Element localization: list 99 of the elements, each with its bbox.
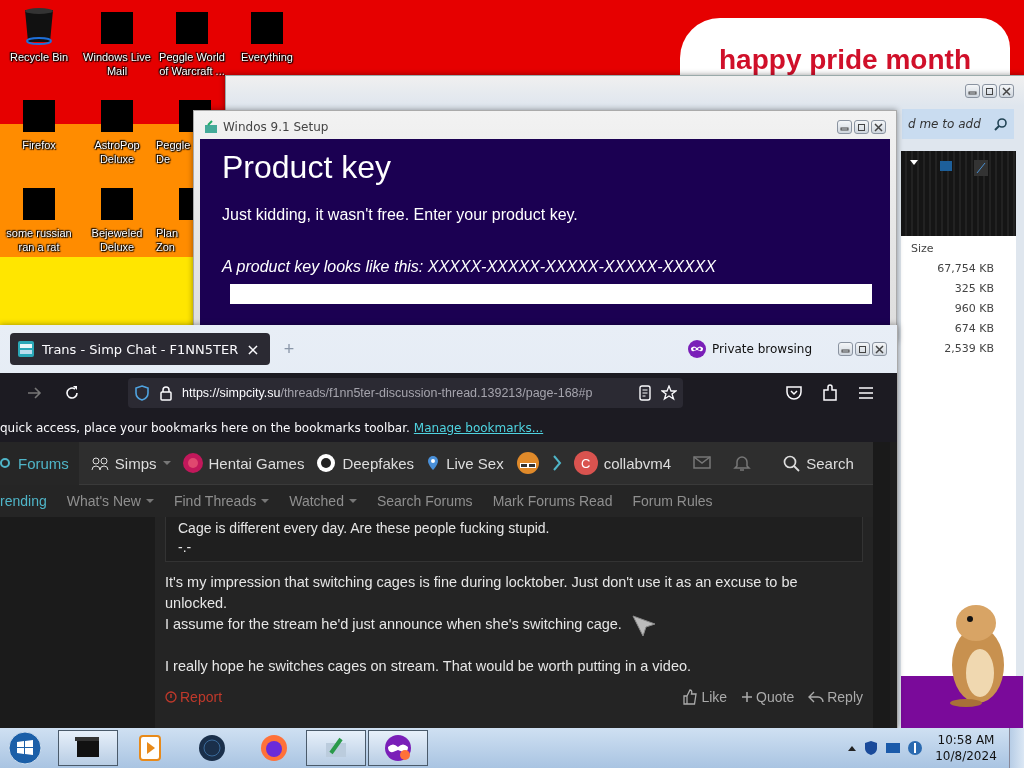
globe-icon (197, 733, 227, 763)
hint-text: A product key looks like this: XXXXX-XXXXX-XXXXX-XXXXX-XXXXX (222, 258, 717, 276)
manage-bookmarks-link[interactable]: Manage bookmarks... (413, 420, 544, 435)
address-bar[interactable]: https://simpcity.su/threads/f1nn5ter-discussion-thread.139213/page-168#p (128, 378, 683, 408)
browser-tab[interactable]: Trans - Simp Chat - F1NN5TER × (10, 333, 270, 365)
private-mask-icon (688, 340, 707, 358)
subnav-link[interactable]: Mark Forums Read (492, 493, 613, 509)
pocket-icon[interactable] (785, 384, 803, 402)
ring-icon (316, 453, 337, 473)
thumbs-up-icon (682, 689, 699, 705)
column-header[interactable]: Size (911, 242, 1006, 255)
icon-label[interactable]: Recycle Bin (0, 50, 78, 64)
user-menu[interactable]: C collabvm4 (573, 451, 672, 475)
chevron-right-icon[interactable] (551, 454, 562, 472)
tray-expand-icon[interactable] (847, 744, 857, 752)
maximize-icon (858, 344, 867, 354)
post-text: I really hope he switches cages on stream. That would be worth putting in a video. (165, 657, 692, 676)
forward-icon (26, 385, 42, 401)
taskbar-button[interactable] (306, 730, 366, 766)
file-icon (973, 159, 989, 177)
instruction-text: Just kidding, it wasn't free. Enter your product key. (222, 206, 579, 224)
subnav-link[interactable]: Watched (289, 493, 357, 509)
file-size: 325 KB (953, 282, 995, 295)
maximize-button[interactable] (854, 120, 869, 134)
lock-icon (158, 385, 174, 401)
round-logo-icon (182, 453, 203, 473)
shield-icon (134, 385, 150, 401)
reader-view-icon[interactable] (637, 385, 653, 401)
subnav-link[interactable]: What's New (66, 493, 154, 509)
file-size: 674 KB (953, 322, 995, 335)
private-browsing-label: Private browsing (712, 342, 812, 356)
reply-button[interactable]: Reply (808, 689, 863, 705)
network-icon[interactable] (907, 740, 923, 756)
subnav-link[interactable]: rending (0, 493, 47, 509)
windows-logo-icon (8, 731, 42, 765)
dropdown-icon[interactable] (909, 159, 919, 166)
map-pin-icon (426, 455, 441, 471)
like-button[interactable]: Like (682, 689, 728, 705)
maximize-button[interactable] (855, 342, 870, 356)
star-icon[interactable] (661, 385, 677, 401)
site-icon (18, 341, 34, 357)
nav-link[interactable]: Hentai Games (182, 453, 305, 473)
post-text: It's my impression that switching cages is fine during locktober. Just don't use it as an excuse to be unlocked. (165, 573, 799, 613)
shield-icon[interactable] (863, 740, 879, 756)
user-avatar: C (573, 451, 598, 475)
icon-label[interactable]: Everything (228, 50, 306, 64)
scrollbar[interactable] (873, 442, 890, 728)
bookmarks-hint: quick access, place your bookmarks here on the bookmarks toolbar. (0, 420, 410, 435)
maximize-icon (985, 86, 994, 96)
file-size: 67,754 KB (936, 262, 995, 275)
file-size: 960 KB (953, 302, 995, 315)
nav-link[interactable]: Deepfakes (316, 453, 415, 473)
private-browser-icon (383, 733, 413, 763)
quote-text: -.- (178, 538, 193, 557)
maximize-button[interactable] (982, 84, 997, 98)
reload-icon (64, 385, 80, 401)
reply-icon (808, 689, 825, 705)
quote-text: Cage is different every day. Are these people fucking stupid. (178, 519, 551, 538)
menu-icon[interactable] (857, 384, 875, 402)
file-size: 2,539 KB (943, 342, 995, 355)
clock[interactable]: 10:58 AM 10/8/2024 (929, 732, 1003, 764)
icon-label[interactable]: Peggle World of Warcraft ... (153, 50, 231, 78)
avatar-icon[interactable] (515, 451, 540, 475)
people-icon (90, 455, 109, 471)
taskbar-button[interactable] (58, 730, 118, 766)
close-icon (875, 344, 884, 354)
setup-icon (204, 120, 218, 134)
quote-button[interactable]: Quote (741, 689, 795, 705)
icon-label[interactable]: Windows Live Mail (78, 50, 156, 78)
subnav-link[interactable]: Find Threads (173, 493, 270, 509)
nav-link[interactable]: Simps (90, 454, 171, 472)
extensions-icon[interactable] (821, 384, 839, 402)
search-button[interactable]: Search (783, 454, 854, 472)
plus-icon (741, 691, 754, 703)
cursor-icon (632, 615, 656, 637)
maximize-icon (857, 122, 866, 132)
show-desktop-button[interactable] (1009, 728, 1024, 768)
nav-link[interactable]: Live Sex (426, 454, 504, 472)
close-icon (1002, 86, 1011, 96)
taskbar-button[interactable] (368, 730, 428, 766)
monitor-icon[interactable] (885, 740, 901, 756)
subnav-link[interactable]: Forum Rules (632, 493, 713, 509)
heading: Product key (222, 149, 392, 186)
nav-link[interactable]: Forums (0, 442, 79, 485)
post-text: I assume for the stream he'd just announce when she's switching cage. (165, 615, 622, 634)
firefox-icon (259, 733, 289, 763)
close-button[interactable] (872, 342, 887, 356)
warning-icon (165, 691, 177, 703)
close-icon (874, 122, 883, 132)
url-text: https://simpcity.su/threads/f1nn5ter-discussion-thread.139213/page-168#p (182, 386, 594, 400)
tab-close-button[interactable]: × (246, 339, 260, 359)
mail-icon[interactable] (693, 454, 712, 472)
close-button[interactable] (871, 120, 886, 134)
folder-icon (939, 159, 953, 173)
product-key-field[interactable] (230, 284, 872, 304)
bell-icon[interactable] (733, 454, 752, 472)
close-button[interactable] (999, 84, 1014, 98)
window-title: Windos 9.1 Setup (223, 120, 330, 134)
subnav-link[interactable]: Search Forums (376, 493, 473, 509)
